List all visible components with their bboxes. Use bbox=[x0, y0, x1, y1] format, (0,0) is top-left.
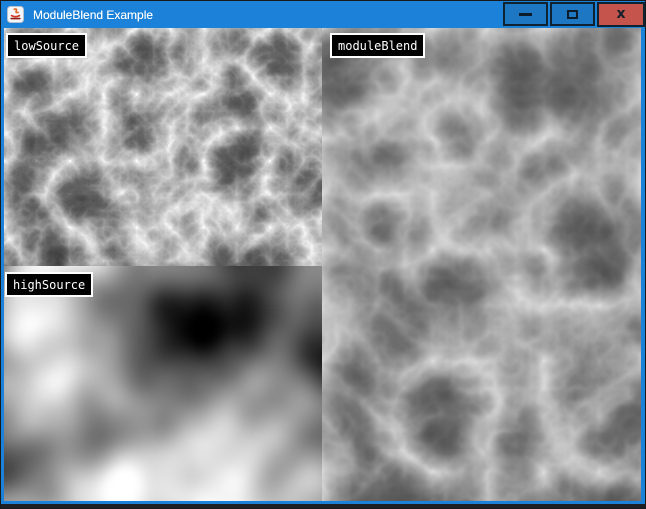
panel-label-lowsource: lowSource bbox=[6, 33, 87, 58]
close-icon: x bbox=[616, 7, 625, 21]
window: ModuleBlend Example x bbox=[0, 0, 646, 509]
maximize-button[interactable] bbox=[550, 2, 595, 26]
panel-moduleblend: moduleBlend bbox=[322, 28, 641, 501]
window-controls: x bbox=[501, 2, 645, 28]
panel-lowsource: lowSource bbox=[4, 28, 322, 266]
highsource-texture-image bbox=[4, 266, 322, 501]
titlebar[interactable]: ModuleBlend Example x bbox=[1, 1, 645, 28]
render-area: lowSource moduleBlend bbox=[4, 28, 641, 501]
minimize-icon bbox=[519, 13, 532, 16]
moduleblend-texture-image bbox=[322, 28, 641, 501]
maximize-icon bbox=[567, 10, 578, 19]
window-title: ModuleBlend Example bbox=[33, 9, 153, 21]
close-button[interactable]: x bbox=[597, 2, 645, 27]
panel-label-moduleblend: moduleBlend bbox=[330, 33, 425, 58]
java-coffee-cup-icon bbox=[7, 6, 24, 23]
minimize-button[interactable] bbox=[503, 2, 548, 26]
panel-label-highsource: highSource bbox=[5, 272, 93, 297]
lowsource-texture-image bbox=[4, 28, 322, 266]
panel-highsource: highSource bbox=[4, 266, 322, 501]
window-bottom-edge bbox=[1, 504, 645, 508]
